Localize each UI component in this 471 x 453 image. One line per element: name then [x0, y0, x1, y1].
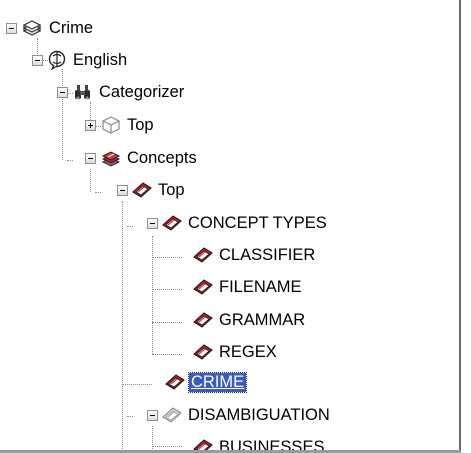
concept-icon	[192, 245, 214, 265]
tree-node-label-selected[interactable]: CRIME	[187, 372, 248, 393]
tree-guide-line	[152, 236, 153, 354]
tree-guide-line	[152, 354, 182, 355]
tree-node-label[interactable]: CLASSIFIER	[217, 246, 317, 265]
concept-icon	[192, 310, 214, 330]
category-cube-icon	[100, 115, 122, 135]
tree-node-label[interactable]: GRAMMAR	[217, 311, 307, 330]
tree-guide-line	[122, 384, 152, 385]
tree-node-label[interactable]: English	[71, 51, 129, 70]
concept-icon	[131, 180, 153, 200]
tree-node-label[interactable]: CONCEPT TYPES	[186, 214, 329, 233]
tree-guide-line	[127, 416, 133, 417]
panel-border-right	[459, 0, 461, 453]
concept-icon	[161, 213, 183, 233]
tree-node-label[interactable]: Top	[125, 116, 156, 135]
tree-node-label[interactable]: Categorizer	[97, 83, 186, 102]
tree-guide-line	[90, 169, 91, 192]
collapse-toggle[interactable]	[147, 218, 158, 229]
tree-node-label[interactable]: Crime	[47, 19, 95, 38]
disabled-concept-icon	[161, 405, 183, 425]
tree-guide-line	[62, 69, 63, 160]
books-stack-icon	[21, 18, 43, 38]
tree-guide-line	[127, 226, 133, 227]
language-globe-icon	[46, 50, 68, 70]
tree-guide-line	[122, 201, 123, 453]
tree-node-label[interactable]: REGEX	[217, 343, 279, 362]
concept-tree-panel: Crime English Categorizer Top Concepts T…	[0, 0, 471, 453]
concepts-books-icon	[100, 148, 122, 168]
collapse-toggle[interactable]	[147, 410, 158, 421]
tree-guide-line	[67, 160, 73, 161]
tree-guide-line	[152, 426, 153, 453]
collapse-toggle[interactable]	[117, 185, 128, 196]
concept-icon	[164, 372, 186, 392]
concept-icon	[192, 342, 214, 362]
tree-guide-line	[152, 257, 182, 258]
tree-guide-line	[152, 289, 182, 290]
tree-guide-line	[152, 446, 182, 447]
expand-toggle[interactable]	[85, 120, 96, 131]
binoculars-icon	[72, 82, 94, 102]
tree-node-label[interactable]: Top	[156, 181, 187, 200]
collapse-toggle[interactable]	[57, 87, 68, 98]
tree-guide-line	[95, 192, 101, 193]
tree-guide-line	[152, 322, 182, 323]
tree-node-label[interactable]: FILENAME	[217, 278, 304, 297]
collapse-toggle[interactable]	[6, 23, 17, 34]
collapse-toggle[interactable]	[32, 55, 43, 66]
tree-node-label[interactable]: DISAMBIGUATION	[186, 406, 332, 425]
concept-icon	[192, 277, 214, 297]
tree-node-label[interactable]: Concepts	[125, 149, 199, 168]
collapse-toggle[interactable]	[85, 153, 96, 164]
